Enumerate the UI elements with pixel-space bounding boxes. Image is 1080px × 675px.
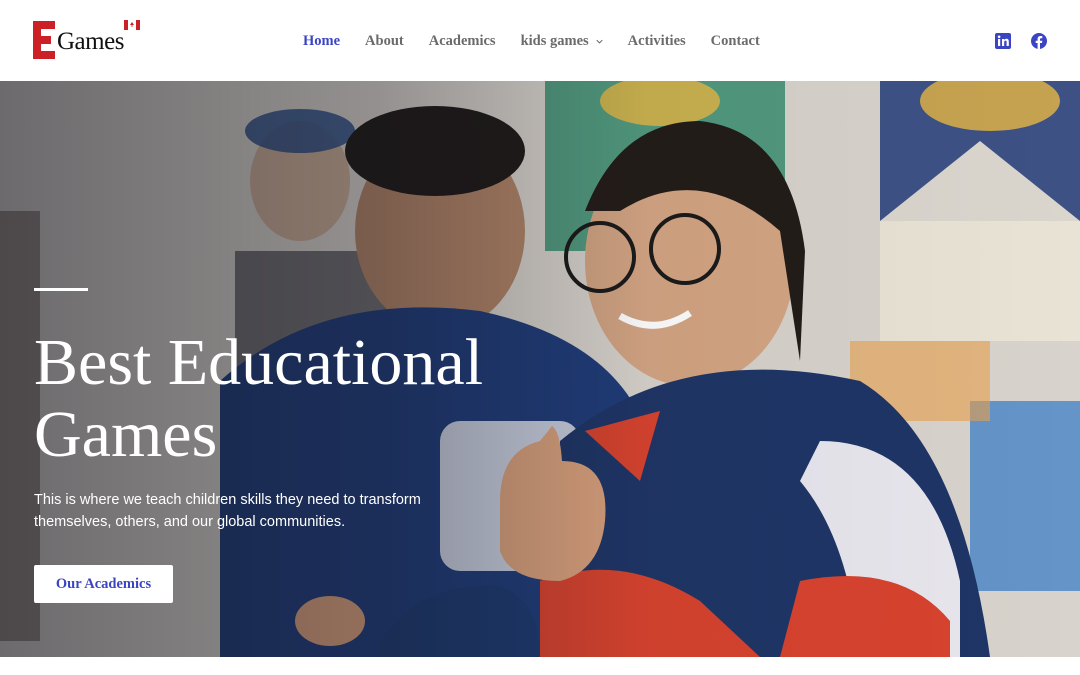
nav-item-academics[interactable]: Academics (429, 33, 496, 50)
nav-item-contact[interactable]: Contact (711, 33, 760, 50)
hero-banner: Best Educational Games This is where we … (0, 81, 1080, 657)
hero-subtitle: This is where we teach children skills t… (34, 492, 421, 530)
logo-wordmark: Games (57, 28, 124, 55)
nav-item-kids-games-label: kids games (520, 32, 589, 49)
chevron-down-icon (596, 39, 603, 44)
hero-divider (34, 288, 88, 291)
nav-item-about[interactable]: About (365, 33, 404, 50)
linkedin-icon[interactable] (995, 33, 1011, 49)
site-logo[interactable]: Games (33, 20, 143, 60)
nav-item-activities[interactable]: Activities (628, 33, 686, 50)
nav-item-home[interactable]: Home (303, 33, 340, 50)
our-academics-button[interactable]: Our Academics (34, 565, 173, 603)
nav-item-kids-games[interactable]: kids games (521, 33, 603, 50)
site-header: Games Home About Academics kids games Ac… (0, 0, 1080, 81)
main-nav: Home About Academics kids games Activiti… (303, 30, 785, 52)
hero-title: Best Educational Games (34, 326, 484, 471)
logo-e-mark (33, 21, 55, 59)
facebook-icon[interactable] (1031, 33, 1047, 49)
canada-flag-icon (124, 20, 140, 30)
